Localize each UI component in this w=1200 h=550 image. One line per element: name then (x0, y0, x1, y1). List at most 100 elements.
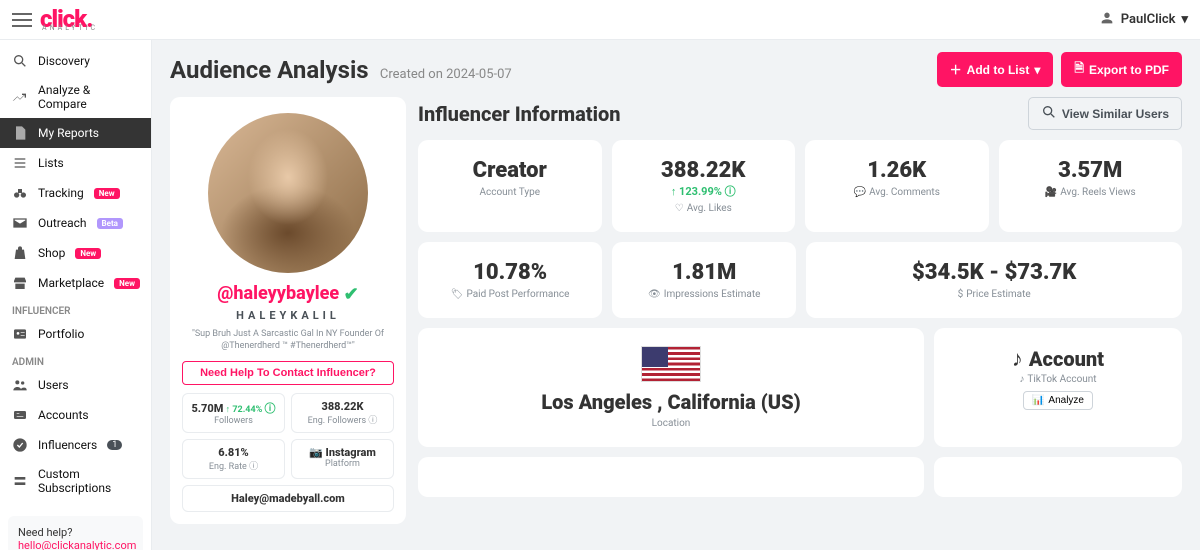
mini-stat[interactable]: 388.22KEng. Followers ⓘ (291, 393, 394, 433)
stat-value: $34.5K - $73.7K (814, 260, 1174, 285)
badge: New (114, 278, 140, 289)
sidebar-item-accounts[interactable]: Accounts (0, 400, 151, 430)
page-title: Audience Analysis (170, 56, 369, 84)
chevron-down-icon: ▾ (1034, 63, 1040, 77)
section-title: Influencer Information (418, 102, 621, 126)
user-icon (1099, 10, 1115, 30)
add-to-list-button[interactable]: ＋Add to List▾ (937, 52, 1054, 87)
sidebar-item-label: Analyze & Compare (38, 83, 139, 111)
sidebar-item-custom-subscriptions[interactable]: Custom Subscriptions (0, 460, 151, 502)
sidebar-item-marketplace[interactable]: Marketplace New (0, 268, 151, 298)
chart-icon (12, 89, 28, 105)
help-box: Need help? hello@clickanalytic.com (8, 516, 143, 550)
stat-label: 🎥Avg. Reels Views (1007, 187, 1175, 198)
heart-icon: ♡ (675, 203, 684, 214)
count-badge: 1 (107, 440, 122, 450)
stat-value: 3.57M (1007, 158, 1175, 183)
contact-influencer-button[interactable]: Need Help To Contact Influencer? (182, 361, 394, 385)
sidebar-item-label: Marketplace (38, 276, 104, 290)
stat-value: 1.81M (620, 260, 788, 285)
export-pdf-button[interactable]: 🗎Export to PDF (1061, 52, 1182, 87)
view-similar-button[interactable]: View Similar Users (1028, 97, 1182, 130)
badge: Beta (97, 218, 123, 229)
stat-label: 🏷Paid Post Performance (426, 289, 594, 300)
accounts-icon (12, 407, 28, 423)
sidebar-item-discovery[interactable]: Discovery (0, 46, 151, 76)
sidebar-item-label: Discovery (38, 54, 90, 68)
check-icon (12, 437, 28, 453)
stat-card: Creator Account Type (418, 140, 602, 232)
sidebar-item-analyze-compare[interactable]: Analyze & Compare (0, 76, 151, 118)
stat-label: 👁Impressions Estimate (620, 289, 788, 300)
tiktok-icon: ♪ (1012, 346, 1023, 372)
mini-stat[interactable]: Haley@madebyall.com (182, 485, 394, 512)
sidebar-item-label: Custom Subscriptions (38, 467, 139, 495)
mini-stat[interactable]: 5.70M ↑ 72.44% ⓘFollowers (182, 393, 285, 433)
analyze-button[interactable]: 📊Analyze (1023, 391, 1093, 410)
stat-card: 388.22K↑ 123.99% ⓘ♡Avg. Likes (612, 140, 796, 232)
location-label: Location (436, 418, 906, 429)
profile-handle[interactable]: @haleyybaylee ✔ (182, 283, 394, 305)
sidebar-item-shop[interactable]: Shop New (0, 238, 151, 268)
stat-card: 1.26K 💬Avg. Comments (805, 140, 989, 232)
binoc-icon (12, 185, 28, 201)
main-content: Audience Analysis Created on 2024-05-07 … (152, 40, 1200, 550)
sub-icon (12, 473, 28, 489)
sidebar: Discovery Analyze & Compare My Reports List… (0, 40, 152, 550)
badge: New (75, 248, 101, 259)
location-card: Los Angeles , California (US) Location (418, 328, 924, 447)
sidebar-item-my-reports[interactable]: My Reports (0, 118, 151, 148)
created-date: Created on 2024-05-07 (380, 67, 512, 82)
stat-label: 💬Avg. Comments (813, 187, 981, 198)
stat-value: 388.22K (620, 158, 788, 183)
logo[interactable]: click. ANALYTIC (40, 7, 98, 32)
user-menu[interactable]: PaulClick ▾ (1099, 10, 1188, 30)
location-value: Los Angeles , California (US) (436, 390, 906, 414)
help-prompt: Need help? (18, 526, 133, 539)
document-icon: 🗎 (1074, 59, 1084, 80)
page-header: Audience Analysis Created on 2024-05-07 … (170, 52, 1182, 87)
stat-card: 3.57M 🎥Avg. Reels Views (999, 140, 1183, 232)
search-icon (12, 53, 28, 69)
stat-label: Account Type (426, 187, 594, 198)
tiktok-icon: ♪ (1019, 374, 1024, 385)
badge: New (94, 188, 120, 199)
video-icon: 🎥 (1045, 187, 1057, 198)
stat-delta: ↑ 123.99% ⓘ (620, 183, 788, 199)
doc-icon (12, 125, 28, 141)
profile-card: @haleyybaylee ✔ HALEYKALIL "Sup Bruh Jus… (170, 97, 406, 524)
help-email-link[interactable]: hello@clickanalytic.com (18, 539, 136, 550)
topbar: click. ANALYTIC PaulClick ▾ (0, 0, 1200, 40)
sidebar-item-lists[interactable]: Lists (0, 148, 151, 178)
stat-card: $34.5K - $73.7K $Price Estimate (806, 242, 1182, 318)
nav-section: ADMIN (0, 349, 151, 370)
sidebar-item-label: My Reports (38, 126, 99, 140)
sidebar-item-influencers[interactable]: Influencers1 (0, 430, 151, 460)
instagram-icon: 📷 (309, 446, 325, 459)
users-icon (12, 377, 28, 393)
plus-icon: ＋ (950, 61, 962, 78)
chevron-down-icon: ▾ (1181, 12, 1188, 27)
stat-value: Creator (426, 158, 594, 183)
dollar-icon: $ (958, 289, 964, 300)
account-card: ♪ Account ♪ TikTok Account 📊Analyze (934, 328, 1182, 447)
more-card-1 (418, 457, 924, 497)
stat-value: 1.26K (813, 158, 981, 183)
sidebar-item-label: Outreach (38, 216, 87, 230)
more-card-2 (934, 457, 1182, 497)
eye-icon: 👁 (648, 289, 661, 300)
sidebar-item-outreach[interactable]: Outreach Beta (0, 208, 151, 238)
sidebar-item-label: Shop (38, 246, 65, 260)
mini-stat[interactable]: 📷 InstagramPlatform (291, 439, 394, 479)
sidebar-item-users[interactable]: Users (0, 370, 151, 400)
comment-icon: 💬 (854, 187, 866, 198)
mini-stat[interactable]: 6.81%Eng. Rate ⓘ (182, 439, 285, 479)
stat-label: $Price Estimate (814, 289, 1174, 300)
list-icon (12, 155, 28, 171)
sidebar-item-tracking[interactable]: TrackingNew (0, 178, 151, 208)
sidebar-item-portfolio[interactable]: Portfolio (0, 319, 151, 349)
us-flag-icon (641, 346, 701, 382)
menu-toggle-icon[interactable] (12, 13, 32, 27)
store-icon (12, 275, 28, 291)
account-sub: TikTok Account (1027, 374, 1096, 385)
